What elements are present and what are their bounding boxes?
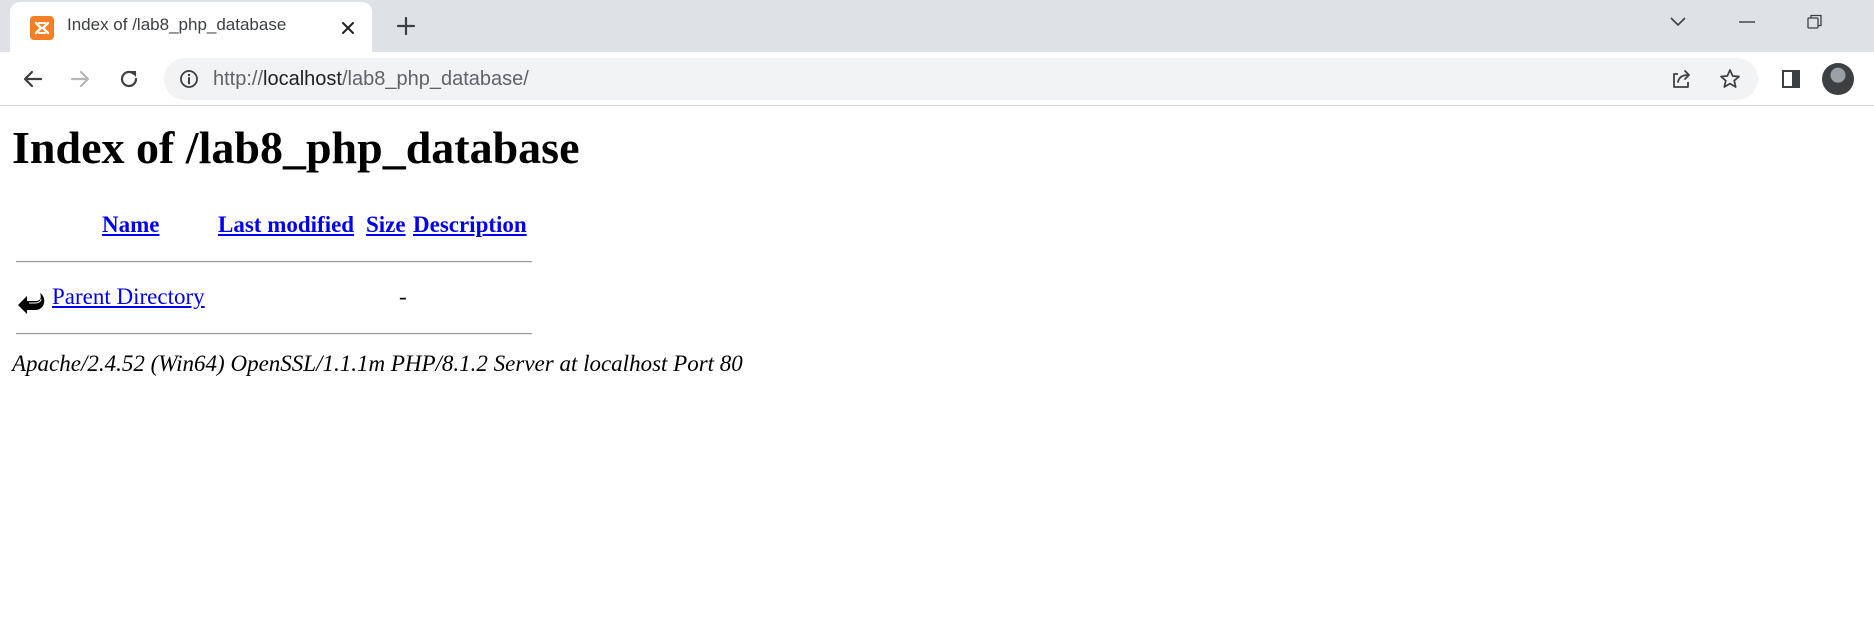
- tab-title: Index of /lab8_php_database: [67, 15, 287, 34]
- table-divider-bottom: [16, 333, 532, 335]
- server-signature: Apache/2.4.52 (Win64) OpenSSL/1.1.1m PHP…: [12, 351, 743, 376]
- reload-icon[interactable]: [113, 63, 145, 95]
- close-tab-icon[interactable]: [336, 16, 360, 40]
- restore-icon[interactable]: [1795, 8, 1835, 36]
- row-size: -: [399, 284, 407, 309]
- side-panel-icon[interactable]: [1775, 63, 1807, 95]
- column-header-size[interactable]: Size: [366, 212, 406, 238]
- page-title: Index of /lab8_php_database: [12, 122, 580, 173]
- url-path: /lab8_php_database/: [341, 68, 529, 90]
- bookmark-star-icon[interactable]: [1717, 66, 1743, 92]
- column-header-last-modified[interactable]: Last modified: [218, 212, 354, 238]
- column-header-description[interactable]: Description: [413, 212, 527, 238]
- back-arrow-icon[interactable]: [17, 63, 49, 95]
- profile-avatar[interactable]: [1822, 63, 1854, 95]
- table-divider: [16, 261, 532, 263]
- site-info-icon[interactable]: [178, 68, 200, 90]
- column-header-name[interactable]: Name: [102, 212, 159, 238]
- minimize-icon[interactable]: [1727, 8, 1767, 36]
- back-arrow-icon: [16, 283, 48, 315]
- new-tab-icon[interactable]: [392, 12, 420, 40]
- browser-toolbar: http://localhost/lab8_php_database/: [0, 52, 1874, 106]
- share-icon[interactable]: [1668, 66, 1694, 92]
- browser-tab-active[interactable]: Index of /lab8_php_database: [10, 2, 372, 52]
- tab-strip: Index of /lab8_php_database: [0, 0, 1874, 52]
- tab-search-icon[interactable]: [1658, 8, 1698, 36]
- xampp-icon: [30, 16, 54, 40]
- address-bar[interactable]: http://localhost/lab8_php_database/: [164, 58, 1758, 100]
- forward-arrow-icon[interactable]: [64, 63, 96, 95]
- url-text[interactable]: http://localhost/lab8_php_database/: [213, 68, 529, 91]
- page-content: Index of /lab8_php_database Name Last mo…: [0, 107, 1874, 627]
- parent-directory-link[interactable]: Parent Directory: [52, 284, 205, 310]
- url-scheme: http://: [213, 68, 264, 90]
- url-host: localhost: [263, 68, 342, 90]
